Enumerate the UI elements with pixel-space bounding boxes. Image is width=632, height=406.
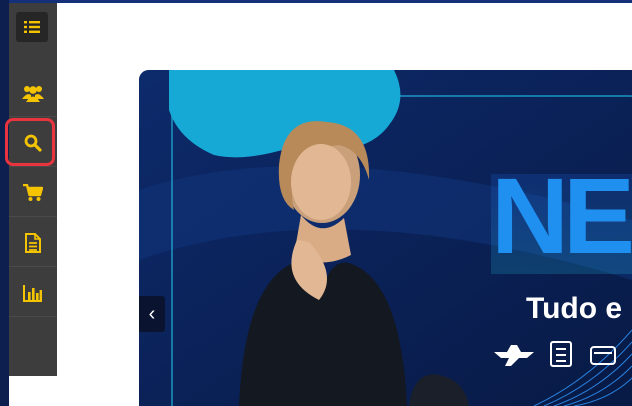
- banner-headline: NE: [491, 155, 632, 276]
- sidebar-item-cart[interactable]: [9, 170, 57, 217]
- search-icon: [24, 134, 42, 152]
- hero-banner: NE Tudo e ‹: [139, 70, 632, 406]
- sidebar-item-search[interactable]: [5, 118, 57, 167]
- list-icon: [24, 21, 40, 33]
- sidebar-item-reports[interactable]: [9, 270, 57, 317]
- sidebar-item-users[interactable]: [9, 70, 57, 117]
- cart-icon: [23, 184, 43, 201]
- top-strip: [0, 0, 632, 3]
- users-icon: [22, 86, 44, 102]
- left-edge: [0, 0, 9, 406]
- carousel-prev-button[interactable]: ‹: [139, 296, 165, 332]
- sidebar: [5, 3, 57, 376]
- menu-toggle-button[interactable]: [16, 12, 48, 42]
- chevron-left-icon: ‹: [148, 302, 156, 325]
- banner-tagline: Tudo e: [526, 292, 623, 325]
- bar-chart-icon: [23, 285, 42, 302]
- sidebar-item-document[interactable]: [9, 220, 57, 267]
- document-icon: [25, 233, 41, 253]
